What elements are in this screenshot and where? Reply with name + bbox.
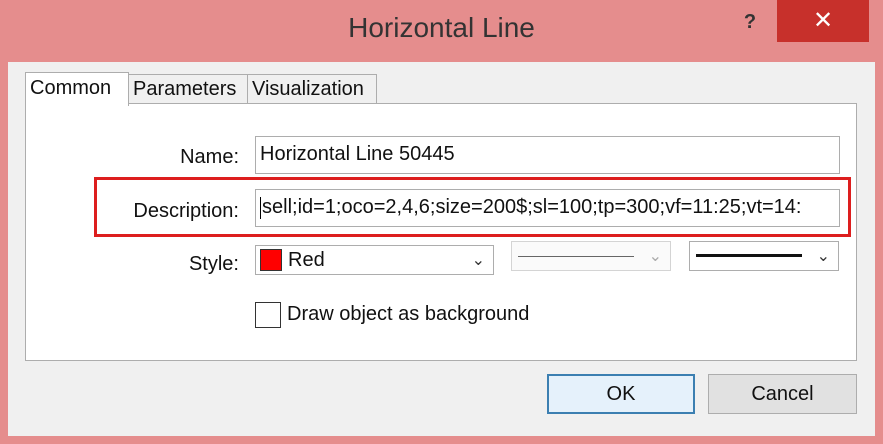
color-dropdown-value: Red bbox=[288, 249, 325, 271]
ok-button[interactable]: OK bbox=[547, 374, 695, 414]
tab-parameters[interactable]: Parameters bbox=[128, 74, 248, 104]
draw-as-background-label: Draw object as background bbox=[287, 303, 530, 325]
description-highlight-box bbox=[94, 177, 851, 237]
title-bar: Horizontal Line ? ✕ bbox=[0, 0, 883, 60]
chevron-down-icon: ⌄ bbox=[471, 252, 485, 269]
chevron-down-icon: ⌄ bbox=[816, 248, 830, 265]
style-label: Style: bbox=[188, 253, 239, 275]
line-width-sample bbox=[696, 254, 802, 257]
help-button[interactable]: ? bbox=[729, 6, 771, 38]
cancel-button[interactable]: Cancel bbox=[708, 374, 857, 414]
color-dropdown[interactable]: Red ⌄ bbox=[255, 245, 494, 275]
line-width-dropdown[interactable]: ⌄ bbox=[689, 241, 839, 271]
tab-common[interactable]: Common bbox=[25, 72, 129, 106]
dialog-client-area: Common Parameters Visualization Name: Ho… bbox=[8, 62, 875, 436]
dialog-window: Horizontal Line ? ✕ Common Parameters Vi… bbox=[0, 0, 883, 444]
line-style-sample bbox=[518, 256, 634, 257]
tab-visualization[interactable]: Visualization bbox=[247, 74, 377, 104]
chevron-down-icon: ⌄ bbox=[648, 248, 662, 265]
close-button[interactable]: ✕ bbox=[777, 0, 869, 42]
name-label: Name: bbox=[180, 146, 239, 168]
name-input[interactable]: Horizontal Line 50445 bbox=[255, 136, 840, 174]
draw-as-background-checkbox[interactable] bbox=[255, 302, 281, 328]
name-input-value: Horizontal Line 50445 bbox=[260, 143, 455, 165]
line-style-dropdown[interactable]: ⌄ bbox=[511, 241, 671, 271]
color-swatch bbox=[260, 249, 282, 271]
